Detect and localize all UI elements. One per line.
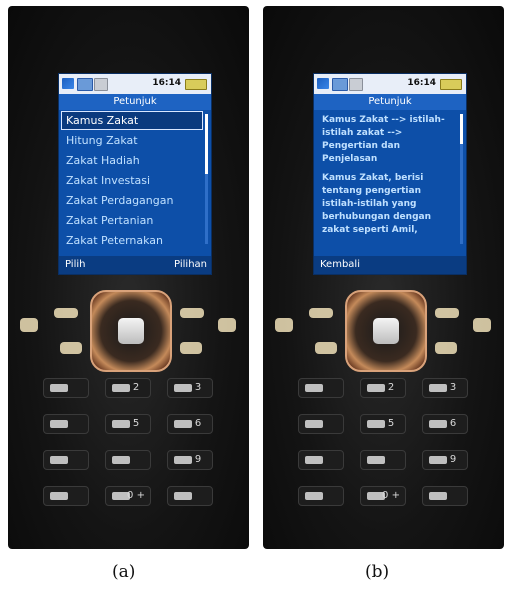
key-8[interactable] <box>360 450 406 470</box>
scrollbar[interactable] <box>205 114 208 244</box>
key-1[interactable] <box>43 378 89 398</box>
menu-item-zakat-peternakan[interactable]: Zakat Peternakan <box>59 231 203 251</box>
menu-list: Kamus Zakat Hitung Zakat Zakat Hadiah Za… <box>59 111 211 251</box>
key-4[interactable] <box>43 414 89 434</box>
left-side-key[interactable] <box>20 318 38 332</box>
softkey-bar: Kembali <box>314 256 466 274</box>
nav-pad[interactable] <box>90 290 172 372</box>
softkey-pilih[interactable]: Pilih <box>65 256 85 274</box>
phone-a: 16:14 Petunjuk Kamus Zakat Hitung Zakat … <box>8 6 249 549</box>
menu-item-zakat-pertanian[interactable]: Zakat Pertanian <box>59 211 203 231</box>
menu-item-zakat-investasi[interactable]: Zakat Investasi <box>59 171 203 191</box>
keypad-row-1: 2 3 <box>298 378 469 400</box>
key-3[interactable]: 3 <box>167 378 213 398</box>
key-9[interactable]: 9 <box>167 450 213 470</box>
status-bar: 16:14 <box>314 74 466 94</box>
key-star[interactable] <box>298 486 344 506</box>
keypad-row-4: 0 + <box>43 486 214 508</box>
key-9[interactable]: 9 <box>422 450 468 470</box>
key-6[interactable]: 6 <box>422 414 468 434</box>
key-hash[interactable] <box>167 486 213 506</box>
left-softkey-button[interactable] <box>309 308 333 318</box>
help-paragraph-2: Kamus Zakat, berisi tentang pengertian i… <box>322 173 431 235</box>
scrollbar[interactable] <box>460 114 463 244</box>
status-time: 16:14 <box>407 78 436 88</box>
softkey-pilihan[interactable]: Pilihan <box>174 256 207 274</box>
key-6[interactable]: 6 <box>167 414 213 434</box>
battery-icon <box>440 79 462 90</box>
nav-pad[interactable] <box>345 290 427 372</box>
right-softkey-button[interactable] <box>180 308 204 318</box>
key-4[interactable] <box>298 414 344 434</box>
menu-item-zakat-hadiah[interactable]: Zakat Hadiah <box>59 151 203 171</box>
key-8[interactable] <box>105 450 151 470</box>
network-icon <box>332 78 348 91</box>
message-icon <box>94 78 108 91</box>
clear-key[interactable] <box>180 342 202 354</box>
right-softkey-button[interactable] <box>435 308 459 318</box>
caption-b: (b) <box>365 562 390 582</box>
screen-title: Petunjuk <box>59 94 211 110</box>
left-side-key[interactable] <box>275 318 293 332</box>
key-7[interactable] <box>43 450 89 470</box>
softkey-bar: Pilih Pilihan <box>59 256 211 274</box>
menu-item-kamus-zakat[interactable]: Kamus Zakat <box>61 111 203 130</box>
key-5[interactable]: 5 <box>105 414 151 434</box>
menu-item-zakat-perdagangan[interactable]: Zakat Perdagangan <box>59 191 203 211</box>
key-star[interactable] <box>43 486 89 506</box>
help-paragraph-1: Kamus Zakat --> istilah-istilah zakat --… <box>322 115 445 164</box>
status-time: 16:14 <box>152 78 181 88</box>
key-hash[interactable] <box>422 486 468 506</box>
call-key[interactable] <box>60 342 82 354</box>
keypad-row-3: 9 <box>43 450 214 472</box>
call-key[interactable] <box>315 342 337 354</box>
key-0[interactable]: 0 + <box>360 486 406 506</box>
keypad-row-4: 0 + <box>298 486 469 508</box>
keypad-row-1: 2 3 <box>43 378 214 400</box>
phone-b: 16:14 Petunjuk Kamus Zakat --> istilah-i… <box>263 6 504 549</box>
status-bar: 16:14 <box>59 74 211 94</box>
key-3[interactable]: 3 <box>422 378 468 398</box>
softkey-kembali[interactable]: Kembali <box>320 256 360 274</box>
screen-b: 16:14 Petunjuk Kamus Zakat --> istilah-i… <box>313 73 467 275</box>
battery-icon <box>185 79 207 90</box>
menu-item-hitung-zakat[interactable]: Hitung Zakat <box>59 131 203 151</box>
scroll-thumb[interactable] <box>460 114 463 144</box>
message-icon <box>349 78 363 91</box>
key-2[interactable]: 2 <box>360 378 406 398</box>
network-icon <box>77 78 93 91</box>
left-softkey-button[interactable] <box>54 308 78 318</box>
keypad-row-3: 9 <box>298 450 469 472</box>
screen-title: Petunjuk <box>314 94 466 110</box>
clear-key[interactable] <box>435 342 457 354</box>
key-2[interactable]: 2 <box>105 378 151 398</box>
nav-center-button[interactable] <box>118 318 144 344</box>
caption-a: (a) <box>112 562 136 582</box>
signal-icon <box>62 78 74 89</box>
key-0[interactable]: 0 + <box>105 486 151 506</box>
key-7[interactable] <box>298 450 344 470</box>
scroll-thumb[interactable] <box>205 114 208 174</box>
nav-center-button[interactable] <box>373 318 399 344</box>
right-side-key[interactable] <box>218 318 236 332</box>
signal-icon <box>317 78 329 89</box>
keypad-row-2: 5 6 <box>298 414 469 436</box>
key-1[interactable] <box>298 378 344 398</box>
screen-a: 16:14 Petunjuk Kamus Zakat Hitung Zakat … <box>58 73 212 275</box>
keypad-row-2: 5 6 <box>43 414 214 436</box>
key-5[interactable]: 5 <box>360 414 406 434</box>
right-side-key[interactable] <box>473 318 491 332</box>
